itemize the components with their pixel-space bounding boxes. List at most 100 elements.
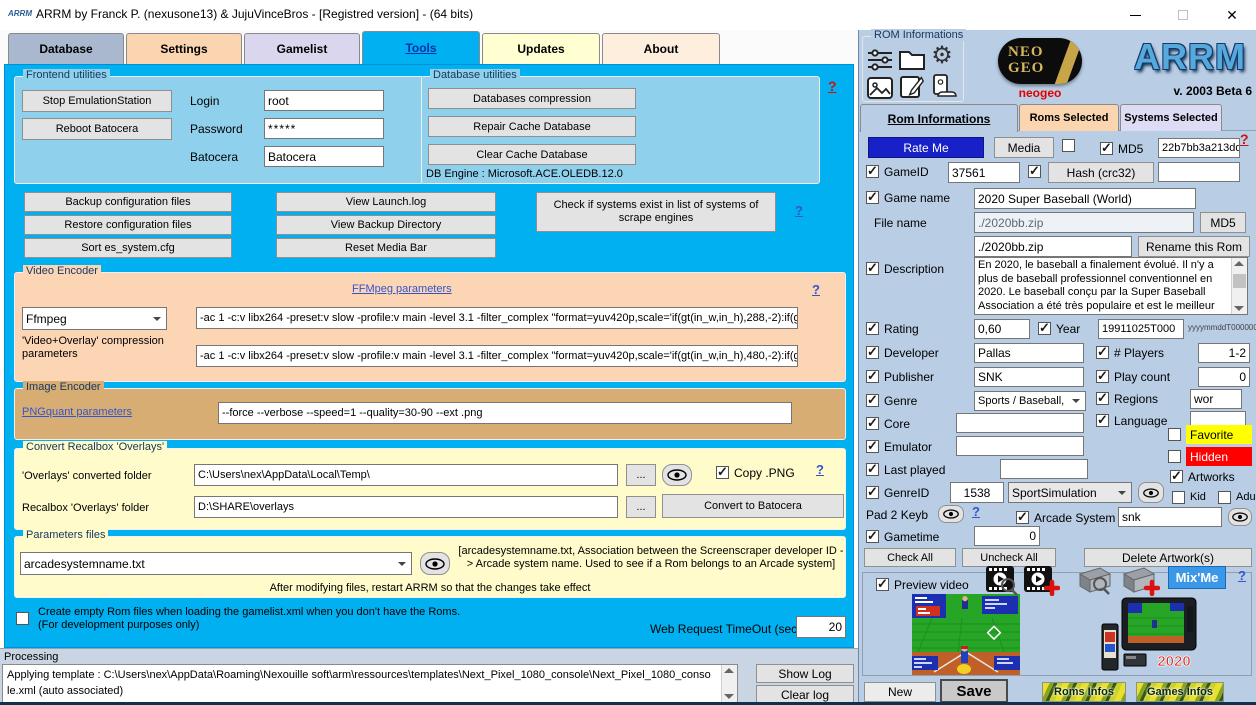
close-button[interactable]: ✕ (1208, 0, 1256, 30)
genreid-checkbox[interactable] (866, 486, 879, 499)
scroll-up-icon[interactable] (1234, 261, 1244, 266)
video-encoder-select[interactable]: Ffmpeg (22, 307, 167, 330)
check-systems-button[interactable]: Check if systems exist in list of system… (536, 192, 776, 232)
tab-rom-informations[interactable]: Rom Informations (860, 104, 1018, 132)
play-count-checkbox[interactable] (1096, 370, 1109, 383)
browse-converted-folder-button[interactable]: ... (626, 464, 656, 486)
video-help-link[interactable]: ? (812, 282, 820, 297)
stop-emulationstation-button[interactable]: Stop EmulationStation (22, 90, 172, 112)
gameid-input[interactable]: 37561 (948, 162, 1020, 183)
developer-input[interactable]: Pallas (974, 343, 1084, 363)
emulator-checkbox[interactable] (866, 440, 879, 453)
last-played-checkbox[interactable] (866, 463, 879, 476)
arcade-system-checkbox[interactable] (1016, 511, 1029, 524)
adult-checkbox[interactable] (1218, 491, 1231, 504)
web-timeout-input[interactable]: 20 (796, 616, 846, 638)
mixme-help-link[interactable]: ? (1238, 568, 1246, 583)
parameters-file-select[interactable]: arcadesystemname.txt (20, 552, 412, 575)
artworks-checkbox[interactable] (1170, 470, 1183, 483)
reset-media-bar-button[interactable]: Reset Media Bar (276, 238, 496, 258)
hash-crc32-button[interactable]: Hash (crc32) (1048, 162, 1154, 183)
kid-checkbox[interactable] (1172, 491, 1185, 504)
video-preview[interactable] (912, 594, 1020, 675)
emulator-input[interactable] (956, 436, 1084, 456)
arcade-system-input[interactable]: snk (1118, 507, 1222, 527)
core-input[interactable] (956, 413, 1084, 433)
tab-updates[interactable]: Updates (482, 33, 600, 64)
mixme-button[interactable]: Mix'Me (1168, 566, 1226, 589)
convert-to-batocera-button[interactable]: Convert to Batocera (662, 494, 844, 518)
scroll-down-icon[interactable] (724, 694, 734, 699)
view-launch-log-button[interactable]: View Launch.log (276, 192, 496, 212)
check-all-button[interactable]: Check All (864, 548, 956, 567)
roms-infos-button[interactable]: Roms Infos (1042, 682, 1126, 702)
publisher-input[interactable]: SNK (974, 367, 1084, 387)
view-parameters-file-button[interactable] (420, 552, 450, 575)
year-input[interactable]: 19911025T000 (1098, 319, 1184, 339)
play-count-input[interactable]: 0 (1198, 367, 1250, 387)
delete-artworks-button[interactable]: Delete Artwork(s) (1084, 548, 1252, 567)
batocera-input[interactable]: Batocera (264, 146, 384, 167)
browse-overlays-folder-button[interactable]: ... (626, 496, 656, 518)
description-box[interactable]: En 2020, le baseball a finalement évolué… (974, 257, 1248, 315)
players-checkbox[interactable] (1096, 346, 1109, 359)
video-param2-input[interactable]: -ac 1 -c:v libx264 -preset:v slow -profi… (196, 345, 798, 367)
create-empty-rom-checkbox[interactable] (16, 612, 29, 625)
hash-input[interactable] (1158, 162, 1240, 182)
show-log-button[interactable]: Show Log (756, 664, 854, 683)
video-param1-input[interactable]: -ac 1 -c:v libx264 -preset:v slow -profi… (196, 307, 798, 329)
md5-checkbox[interactable] (1100, 142, 1113, 155)
databases-compression-button[interactable]: Databases compression (428, 88, 636, 109)
favorite-checkbox[interactable] (1168, 428, 1181, 441)
players-input[interactable]: 1-2 (1198, 343, 1250, 363)
repair-cache-database-button[interactable]: Repair Cache Database (428, 116, 636, 137)
view-genreid-button[interactable] (1138, 482, 1164, 503)
view-arcade-system-button[interactable] (1228, 508, 1252, 526)
tab-systems-selected[interactable]: Systems Selected (1120, 104, 1222, 131)
genreid-select[interactable]: SportSimulation (1008, 482, 1132, 503)
sort-es-system-button[interactable]: Sort es_system.cfg (24, 238, 232, 258)
password-input[interactable]: ***** (264, 118, 384, 139)
restore-config-button[interactable]: Restore configuration files (24, 215, 232, 235)
image-button[interactable] (866, 76, 894, 100)
regions-input[interactable]: wor (1190, 389, 1242, 409)
core-checkbox[interactable] (866, 417, 879, 430)
tab-settings[interactable]: Settings (126, 33, 242, 64)
login-input[interactable]: root (264, 90, 384, 111)
minimize-button[interactable] (1112, 0, 1158, 30)
folder-button[interactable] (898, 46, 926, 72)
publisher-checkbox[interactable] (866, 370, 879, 383)
edit-button[interactable] (898, 74, 926, 100)
scroll-thumb[interactable] (1233, 274, 1246, 288)
view-pad2keyb-button[interactable] (938, 505, 964, 523)
sliders-button[interactable] (866, 46, 894, 72)
rate-me-button[interactable]: Rate Me (868, 137, 984, 158)
hidden-checkbox[interactable] (1168, 450, 1181, 463)
md5-input[interactable]: 22b7bb3a213dd4072d037 (1158, 138, 1240, 158)
rename-rom-button[interactable]: Rename this Rom (1138, 236, 1250, 257)
file-name-edit-input[interactable]: ./2020bb.zip (974, 236, 1132, 257)
game-name-checkbox[interactable] (866, 191, 879, 204)
processing-scrollbar[interactable] (721, 665, 737, 702)
manual-add-button[interactable] (1120, 566, 1160, 596)
database-help-link[interactable]: ? (828, 78, 837, 94)
language-checkbox[interactable] (1096, 414, 1109, 427)
maximize-button[interactable] (1160, 0, 1206, 30)
scroll-down-icon[interactable] (1234, 306, 1244, 311)
backup-config-button[interactable]: Backup configuration files (24, 192, 232, 212)
pngquant-parameters-link[interactable]: PNGquant parameters (22, 406, 132, 418)
pngquant-input[interactable]: --force --verbose --speed=1 --quality=30… (218, 402, 792, 424)
gameid-checkbox[interactable] (866, 165, 879, 178)
scraper-device-button[interactable] (928, 74, 958, 100)
save-button[interactable]: Save (940, 679, 1008, 703)
tab-gamelist[interactable]: Gamelist (244, 33, 360, 64)
description-scrollbar[interactable] (1231, 258, 1247, 314)
gametime-input[interactable]: 0 (974, 526, 1040, 546)
recalbox-overlays-folder-input[interactable]: D:\SHARE\overlays (194, 496, 618, 518)
genreid-input[interactable]: 1538 (950, 482, 1004, 503)
ffmpeg-parameters-link[interactable]: FFMpeg parameters (352, 283, 452, 295)
media-checkbox[interactable] (1062, 139, 1075, 152)
overlays-converted-folder-input[interactable]: C:\Users\nex\AppData\Local\Temp\ (194, 464, 618, 486)
tab-database[interactable]: Database (8, 33, 124, 64)
overlays-help-link[interactable]: ? (816, 462, 824, 477)
